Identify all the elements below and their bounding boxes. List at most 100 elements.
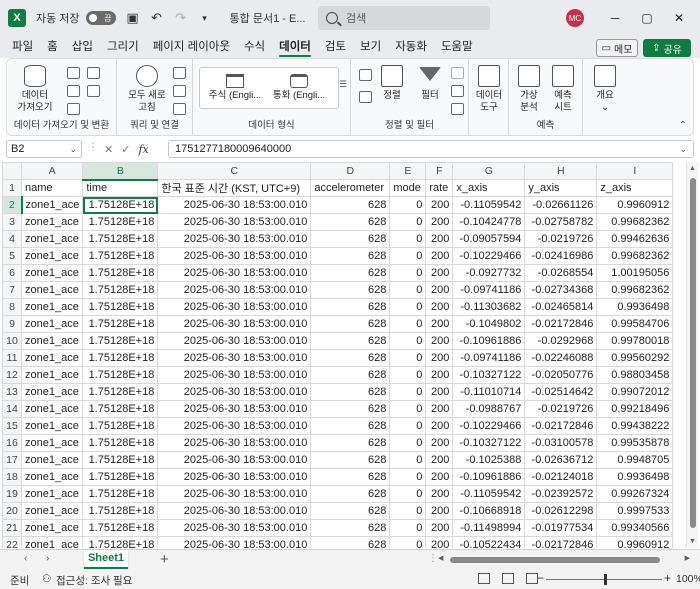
- cell-h21[interactable]: -0.01977534: [524, 519, 598, 537]
- cell-b20[interactable]: 1.75128E+18: [82, 502, 159, 520]
- undo-icon[interactable]: ↶: [150, 11, 164, 25]
- from-table-icon[interactable]: [67, 103, 80, 115]
- cell-f8[interactable]: 200: [425, 298, 454, 316]
- scroll-down-icon[interactable]: ▼: [689, 538, 696, 545]
- column-header-c[interactable]: C: [157, 162, 312, 180]
- cell-b8[interactable]: 1.75128E+18: [82, 298, 159, 316]
- maximize-icon[interactable]: ▢: [632, 0, 662, 36]
- customize-toolbar-icon[interactable]: ▾: [198, 11, 212, 25]
- cell-b14[interactable]: 1.75128E+18: [82, 400, 159, 418]
- row-header[interactable]: 13: [2, 383, 22, 401]
- zoom-slider-knob[interactable]: [604, 574, 607, 585]
- cell-h10[interactable]: -0.0292968: [524, 332, 598, 350]
- column-header-h[interactable]: H: [524, 162, 598, 180]
- redo-icon[interactable]: ↷: [174, 11, 188, 25]
- row-header[interactable]: 1: [2, 179, 22, 197]
- worksheet-grid[interactable]: A B C D E F G H I 1 name time 한국 표준 시간 (KST…: [2, 162, 686, 548]
- tab-formulas[interactable]: 수식: [244, 36, 265, 58]
- cell-c8[interactable]: 2025-06-30 18:53:00.010: [157, 298, 312, 316]
- stocks-button[interactable]: 주식 (Engli...: [202, 74, 268, 102]
- cell-h4[interactable]: -0.0219726: [524, 230, 598, 248]
- autosave-toggle[interactable]: 끔: [85, 11, 116, 25]
- prev-sheet-icon[interactable]: ‹: [24, 553, 27, 564]
- cell-h3[interactable]: -0.02758782: [524, 213, 598, 231]
- cell-g14[interactable]: -0.0988767: [452, 400, 526, 418]
- cell-f19[interactable]: 200: [425, 485, 454, 503]
- cell-i3[interactable]: 0.99682362: [596, 213, 674, 231]
- name-box-dropdown-icon[interactable]: ⌄: [69, 141, 77, 157]
- cell-d2[interactable]: 628: [310, 196, 391, 214]
- cell-b2[interactable]: 1.75128E+18: [82, 196, 159, 214]
- tab-page-layout[interactable]: 페이지 레이아웃: [153, 36, 230, 58]
- comments-button[interactable]: ▭ 메모: [596, 39, 638, 57]
- row-header[interactable]: 17: [2, 451, 22, 469]
- cell-h15[interactable]: -0.02172846: [524, 417, 598, 435]
- cell-i16[interactable]: 0.99535878: [596, 434, 674, 452]
- cell-b10[interactable]: 1.75128E+18: [82, 332, 159, 350]
- cancel-icon[interactable]: ✕: [104, 143, 113, 156]
- cell-i20[interactable]: 0.9997533: [596, 502, 674, 520]
- horizontal-scrollbar[interactable]: ◀ ▶: [436, 554, 692, 566]
- sort-button[interactable]: 정렬: [377, 65, 407, 102]
- cell-b4[interactable]: 1.75128E+18: [82, 230, 159, 248]
- cell-e6[interactable]: 0: [389, 264, 427, 282]
- cell-c7[interactable]: 2025-06-30 18:53:00.010: [157, 281, 312, 299]
- cell-e21[interactable]: 0: [389, 519, 427, 537]
- next-sheet-icon[interactable]: ›: [46, 553, 49, 564]
- cell-d13[interactable]: 628: [310, 383, 391, 401]
- cell-g1[interactable]: x_axis: [452, 179, 526, 197]
- row-header[interactable]: 10: [2, 332, 22, 350]
- cell-i1[interactable]: z_axis: [596, 179, 674, 197]
- cell-e19[interactable]: 0: [389, 485, 427, 503]
- row-header[interactable]: 14: [2, 400, 22, 418]
- cell-b13[interactable]: 1.75128E+18: [82, 383, 159, 401]
- cell-b15[interactable]: 1.75128E+18: [82, 417, 159, 435]
- cell-table[interactable]: A B C D E F G H I 1 name time 한국 표준 시간 (KST…: [2, 162, 674, 548]
- cell-a22[interactable]: zone1_ace: [20, 536, 84, 548]
- cell-g13[interactable]: -0.11010714: [452, 383, 526, 401]
- cell-a21[interactable]: zone1_ace: [20, 519, 84, 537]
- cell-d22[interactable]: 628: [310, 536, 391, 548]
- cell-i12[interactable]: 0.98803458: [596, 366, 674, 384]
- zoom-out-icon[interactable]: −: [537, 571, 544, 585]
- scroll-left-icon[interactable]: ◀: [438, 554, 443, 562]
- cell-f16[interactable]: 200: [425, 434, 454, 452]
- cell-i5[interactable]: 0.99682362: [596, 247, 674, 265]
- forecast-sheet-button[interactable]: 예측 시트: [547, 65, 579, 114]
- cell-f22[interactable]: 200: [425, 536, 454, 548]
- tab-automate[interactable]: 자동화: [395, 36, 427, 58]
- cell-c20[interactable]: 2025-06-30 18:53:00.010: [157, 502, 312, 520]
- column-header-i[interactable]: I: [596, 162, 674, 180]
- cell-c4[interactable]: 2025-06-30 18:53:00.010: [157, 230, 312, 248]
- cell-g17[interactable]: -0.1025388: [452, 451, 526, 469]
- row-header[interactable]: 22: [2, 536, 22, 548]
- cell-d7[interactable]: 628: [310, 281, 391, 299]
- filter-button[interactable]: 필터: [413, 65, 447, 102]
- cell-e22[interactable]: 0: [389, 536, 427, 548]
- cell-c17[interactable]: 2025-06-30 18:53:00.010: [157, 451, 312, 469]
- cell-a6[interactable]: zone1_ace: [20, 264, 84, 282]
- cell-d15[interactable]: 628: [310, 417, 391, 435]
- cell-f2[interactable]: 200: [425, 196, 454, 214]
- cell-i19[interactable]: 0.99267324: [596, 485, 674, 503]
- cell-i15[interactable]: 0.99438222: [596, 417, 674, 435]
- cell-f11[interactable]: 200: [425, 349, 454, 367]
- cell-d4[interactable]: 628: [310, 230, 391, 248]
- cell-i9[interactable]: 0.99584706: [596, 315, 674, 333]
- cell-g7[interactable]: -0.09741186: [452, 281, 526, 299]
- cell-a14[interactable]: zone1_ace: [20, 400, 84, 418]
- row-header[interactable]: 7: [2, 281, 22, 299]
- tab-home[interactable]: 홈: [47, 36, 58, 58]
- cell-d8[interactable]: 628: [310, 298, 391, 316]
- cell-f20[interactable]: 200: [425, 502, 454, 520]
- cell-f12[interactable]: 200: [425, 366, 454, 384]
- name-box[interactable]: B2 ⌄: [6, 140, 82, 158]
- cell-b3[interactable]: 1.75128E+18: [82, 213, 159, 231]
- queries-connections-icon[interactable]: [173, 67, 186, 79]
- vertical-scroll-thumb[interactable]: [690, 178, 696, 528]
- cell-i14[interactable]: 0.99218496: [596, 400, 674, 418]
- normal-view-icon[interactable]: [478, 573, 490, 584]
- cell-b1[interactable]: time: [82, 179, 159, 197]
- tab-insert[interactable]: 삽입: [72, 36, 93, 58]
- cell-c21[interactable]: 2025-06-30 18:53:00.010: [157, 519, 312, 537]
